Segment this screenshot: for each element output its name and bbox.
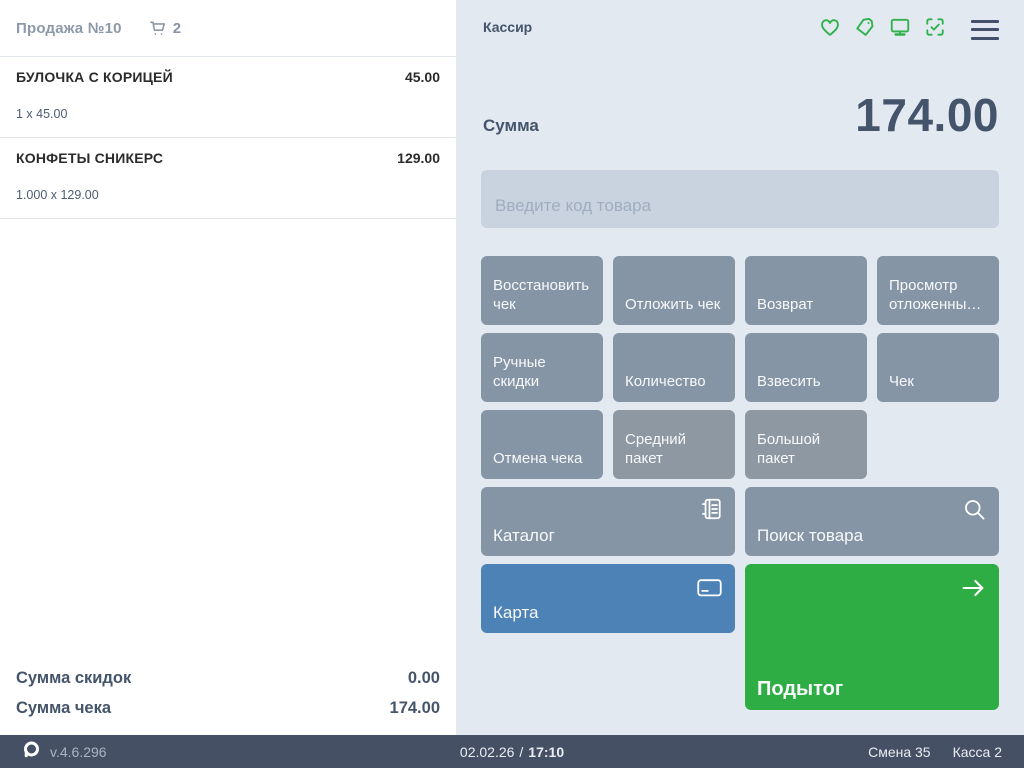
sum-row: Сумма 174.00	[483, 88, 999, 142]
menu-icon[interactable]	[971, 20, 999, 40]
sale-header: Продажа №10 2	[0, 0, 456, 57]
receipt-panel: Продажа №10 2 БУЛОЧКА С КОРИЦЕЙ 45.00 1 …	[0, 0, 456, 735]
discount-sum-value: 0.00	[408, 669, 440, 688]
credit-card-icon	[696, 574, 723, 605]
sum-value: 174.00	[855, 88, 999, 142]
catalog-icon	[699, 497, 723, 525]
scan-check-icon[interactable]	[924, 16, 946, 43]
product-search-button[interactable]: Поиск товара	[745, 487, 999, 556]
receipt-item[interactable]: КОНФЕТЫ СНИКЕРС 129.00 1.000 x 129.00	[0, 138, 456, 219]
cashier-label: Кассир	[483, 16, 532, 35]
receipt-summary: Сумма скидок 0.00 Сумма чека 174.00	[16, 663, 440, 723]
cart-icon	[148, 19, 167, 38]
status-right: Смена 35 Касса 2	[564, 744, 1002, 760]
status-date: 02.02.26	[460, 744, 515, 760]
status-time: 17:10	[528, 744, 564, 760]
top-icon-bar	[819, 16, 999, 43]
tag-icon[interactable]	[854, 16, 876, 43]
status-left: v.4.6.296	[22, 740, 460, 764]
restore-receipt-button[interactable]: Восстановить чек	[481, 256, 603, 325]
discount-sum-row: Сумма скидок 0.00	[16, 663, 440, 693]
pos-app: Продажа №10 2 БУЛОЧКА С КОРИЦЕЙ 45.00 1 …	[0, 0, 1024, 768]
manual-discounts-button[interactable]: Ручные скидки	[481, 333, 603, 402]
app-version: v.4.6.296	[50, 744, 107, 760]
item-detail: 1.000 x 129.00	[16, 188, 440, 202]
subtotal-button[interactable]: Подытог	[745, 564, 999, 710]
big-bag-button[interactable]: Большой пакет	[745, 410, 867, 479]
status-bar: v.4.6.296 02.02.26 / 17:10 Смена 35 Касс…	[0, 735, 1024, 768]
product-search-button-label: Поиск товара	[757, 526, 863, 545]
discount-sum-label: Сумма скидок	[16, 669, 131, 688]
status-datetime: 02.02.26 / 17:10	[460, 744, 564, 760]
cancel-receipt-button[interactable]: Отмена чека	[481, 410, 603, 479]
heart-icon[interactable]	[819, 16, 841, 43]
product-code-input[interactable]	[481, 170, 999, 228]
receipt-total-value: 174.00	[390, 699, 440, 718]
view-deferred-button[interactable]: Просмотр отложенны…	[877, 256, 999, 325]
item-price: 45.00	[405, 69, 440, 85]
action-button-grid: Просмотр отложенны… Восстановить чек Отл…	[481, 256, 999, 710]
subtotal-button-label: Подытог	[757, 680, 843, 699]
shift-label: Смена 35	[868, 744, 931, 760]
card-button-label: Карта	[493, 603, 539, 622]
medium-bag-button[interactable]: Средний пакет	[613, 410, 735, 479]
weigh-button[interactable]: Взвесить	[745, 333, 867, 402]
cart-indicator: 2	[148, 19, 181, 38]
defer-receipt-button[interactable]: Отложить чек	[613, 256, 735, 325]
status-separator: /	[519, 744, 523, 760]
search-icon	[962, 497, 987, 526]
catalog-button-label: Каталог	[493, 526, 555, 545]
actions-panel: Кассир	[456, 0, 1024, 735]
cart-count: 2	[173, 20, 181, 37]
catalog-button[interactable]: Каталог	[481, 487, 735, 556]
sale-title: Продажа №10	[16, 20, 122, 37]
card-button[interactable]: Карта	[481, 564, 735, 633]
item-name: БУЛОЧКА С КОРИЦЕЙ	[16, 69, 173, 85]
receipt-item[interactable]: БУЛОЧКА С КОРИЦЕЙ 45.00 1 x 45.00	[0, 57, 456, 138]
receipt-total-row: Сумма чека 174.00	[16, 693, 440, 723]
refund-button[interactable]: Возврат	[745, 256, 867, 325]
item-name: КОНФЕТЫ СНИКЕРС	[16, 150, 163, 166]
receipt-total-label: Сумма чека	[16, 699, 111, 718]
arrow-right-icon	[959, 574, 987, 606]
display-icon[interactable]	[889, 16, 911, 43]
app-logo-icon	[22, 740, 41, 764]
item-detail: 1 x 45.00	[16, 107, 440, 121]
quantity-button[interactable]: Количество	[613, 333, 735, 402]
item-price: 129.00	[397, 150, 440, 166]
receipt-button[interactable]: Чек	[877, 333, 999, 402]
register-label: Касса 2	[953, 744, 1002, 760]
sum-label: Сумма	[483, 116, 539, 136]
